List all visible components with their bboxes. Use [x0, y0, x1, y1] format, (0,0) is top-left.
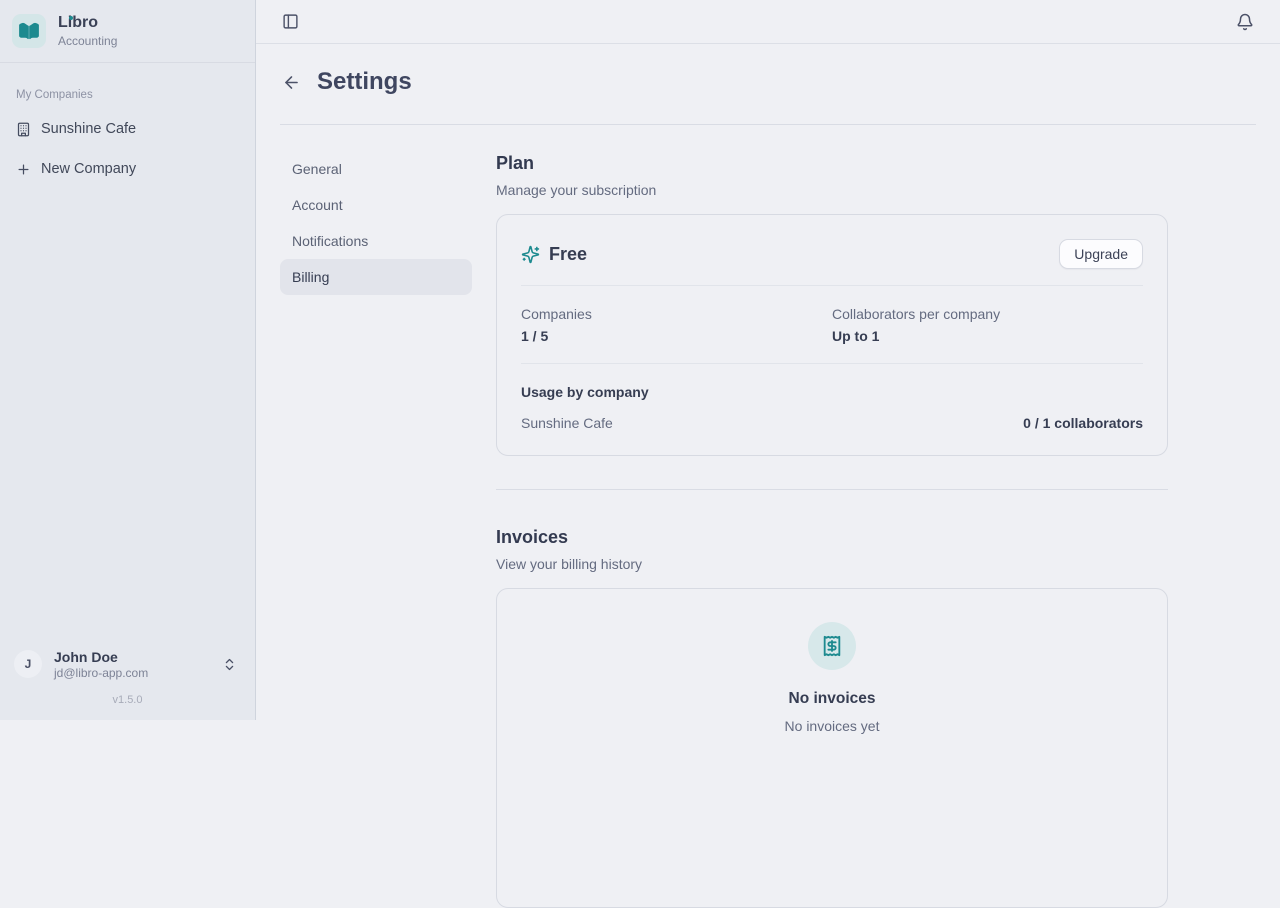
user-menu[interactable]: J John Doe jd@libro-app.com [0, 639, 255, 683]
sparkles-icon [521, 245, 540, 264]
back-button[interactable] [280, 71, 303, 94]
usage-row: Sunshine Cafe 0 / 1 collaborators [521, 415, 1143, 431]
invoices-section-subtitle: View your billing history [496, 556, 1168, 572]
stat-label: Companies [521, 306, 832, 322]
page-title: Settings [317, 68, 412, 96]
usage-company: Sunshine Cafe [521, 415, 613, 431]
app-logo [12, 14, 46, 48]
empty-state-subtitle: No invoices yet [785, 718, 880, 734]
plan-name-wrap: Free [521, 244, 587, 265]
tab-account[interactable]: Account [280, 187, 472, 223]
user-menu-toggle[interactable] [218, 653, 241, 676]
building-icon [16, 122, 31, 137]
user-name: John Doe [54, 649, 148, 667]
tab-notifications[interactable]: Notifications [280, 223, 472, 259]
invoices-card: No invoices No invoices yet [496, 588, 1168, 908]
settings-content: General Account Notifications Billing Pl… [256, 125, 1280, 720]
section-divider [496, 489, 1168, 490]
brand-block: Libro Accounting [58, 14, 117, 47]
sidebar-body: My Companies Sunshine Cafe New Company [0, 63, 255, 639]
upgrade-button[interactable]: Upgrade [1059, 239, 1143, 269]
sidebar-toggle-button[interactable] [280, 11, 301, 32]
tab-general[interactable]: General [280, 151, 472, 187]
brand-accent-dot [69, 16, 73, 20]
sidebar: Libro Accounting My Companies Sunshine C… [0, 0, 256, 720]
plan-name: Free [549, 244, 587, 265]
stat-value: 1 / 5 [521, 328, 832, 344]
brand-name: Libro [58, 14, 117, 32]
user-info: John Doe jd@libro-app.com [54, 649, 148, 681]
bell-icon [1236, 13, 1254, 31]
brand-subtitle: Accounting [58, 34, 117, 48]
arrow-left-icon [282, 73, 301, 92]
user-email: jd@libro-app.com [54, 666, 148, 680]
sidebar-item-company[interactable]: Sunshine Cafe [16, 115, 239, 143]
stat-collaborators: Collaborators per company Up to 1 [832, 306, 1143, 344]
receipt-icon [821, 635, 843, 657]
invoice-empty-badge [808, 622, 856, 670]
plan-card-divider [521, 363, 1143, 364]
plan-card: Free Upgrade Companies 1 / 5 Collaborato… [496, 214, 1168, 456]
plan-card-header: Free Upgrade [521, 239, 1143, 269]
chevrons-up-down-icon [222, 657, 237, 672]
open-book-icon [18, 20, 40, 42]
topbar [256, 0, 1280, 44]
new-company-label: New Company [41, 161, 136, 177]
usage-value: 0 / 1 collaborators [1023, 415, 1143, 431]
page-header: Settings [256, 44, 1280, 96]
panel-left-icon [282, 13, 299, 30]
new-company-button[interactable]: New Company [16, 155, 239, 183]
plan-section-subtitle: Manage your subscription [496, 182, 1168, 198]
invoices-section-title: Invoices [496, 527, 1168, 548]
plus-icon [16, 162, 31, 177]
tab-billing[interactable]: Billing [280, 259, 472, 295]
sidebar-section-label: My Companies [16, 89, 239, 101]
notifications-button[interactable] [1234, 11, 1256, 33]
stat-label: Collaborators per company [832, 306, 1143, 322]
billing-panel: Plan Manage your subscription Free Upgra… [496, 151, 1168, 720]
plan-stats: Companies 1 / 5 Collaborators per compan… [521, 306, 1143, 344]
usage-title: Usage by company [521, 384, 1143, 400]
app-version: v1.5.0 [0, 682, 255, 720]
plan-section-title: Plan [496, 153, 1168, 174]
sidebar-header: Libro Accounting [0, 0, 255, 63]
stat-companies: Companies 1 / 5 [521, 306, 832, 344]
avatar: J [14, 650, 42, 678]
settings-nav: General Account Notifications Billing [280, 151, 472, 720]
empty-state-title: No invoices [789, 690, 876, 708]
plan-card-divider [521, 285, 1143, 286]
main-area: Settings General Account Notifications B… [256, 0, 1280, 720]
sidebar-item-label: Sunshine Cafe [41, 121, 136, 137]
stat-value: Up to 1 [832, 328, 1143, 344]
